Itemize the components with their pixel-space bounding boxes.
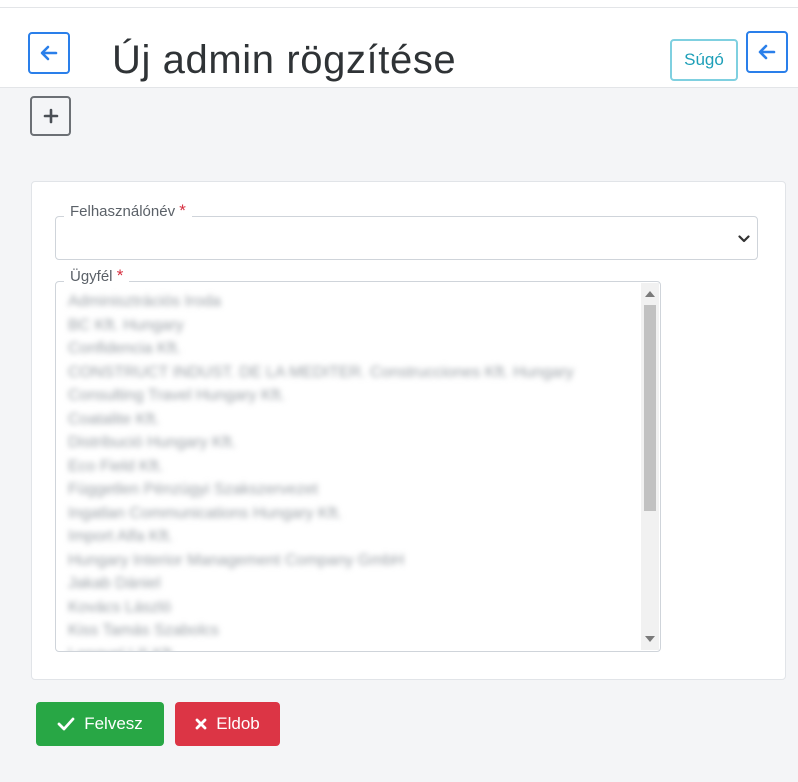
submit-button[interactable]: Felvesz <box>36 702 164 746</box>
cancel-button[interactable]: Eldob <box>175 702 280 746</box>
client-options: Adminisztrációs Iroda BC Kft. Hungary Conf… <box>68 290 638 652</box>
client-option[interactable]: Confidencia Kft. <box>68 337 638 361</box>
scroll-up-icon[interactable] <box>645 291 655 297</box>
back-button[interactable] <box>28 32 70 74</box>
client-option[interactable]: Független Pénzügyi Szakszervezet <box>68 478 638 502</box>
help-button[interactable]: Súgó <box>670 39 738 81</box>
client-option[interactable]: Hungary Interior Management Company GmbH <box>68 549 638 573</box>
client-option[interactable]: Eco Field Kft. <box>68 455 638 479</box>
scroll-thumb[interactable] <box>644 305 656 511</box>
arrow-left-icon <box>40 45 58 61</box>
username-label: Felhasználónév * <box>64 202 192 221</box>
client-option[interactable]: Adminisztrációs Iroda <box>68 290 638 314</box>
scroll-down-icon[interactable] <box>645 636 655 642</box>
client-option[interactable]: BC Kft. Hungary <box>68 314 638 338</box>
client-option[interactable]: Kovács László <box>68 596 638 620</box>
client-label: Ügyfél * <box>64 266 130 286</box>
client-option[interactable]: Consulting Travel Hungary Kft. <box>68 384 638 408</box>
chevron-down-icon <box>738 231 750 249</box>
client-option[interactable]: CONSTRUCT INDUST. DE LA MEDITER. Constru… <box>68 361 638 385</box>
add-button[interactable] <box>30 96 71 136</box>
submit-label: Felvesz <box>84 714 143 733</box>
x-icon <box>195 718 207 730</box>
client-option[interactable]: Coatalite Kft. <box>68 408 638 432</box>
client-option[interactable]: Import Alfa Kft. <box>68 525 638 549</box>
cancel-label: Eldob <box>216 714 260 733</box>
username-select[interactable] <box>55 216 758 260</box>
client-option[interactable]: Jakab Dániel <box>68 572 638 596</box>
page-header: Új admin rögzítése Súgó <box>0 8 798 88</box>
plus-icon <box>43 108 58 124</box>
client-option[interactable]: Ingatlan Communications Hungary Kft. <box>68 502 638 526</box>
check-icon <box>57 717 75 731</box>
required-mark: * <box>179 201 186 220</box>
client-scrollbar[interactable] <box>641 283 659 650</box>
client-option[interactable]: Distribució Hungary Kft. <box>68 431 638 455</box>
arrow-left-icon <box>758 44 776 60</box>
username-label-text: Felhasználónév <box>70 203 176 220</box>
top-bar <box>0 0 798 8</box>
client-option[interactable]: Kiss Tamás Szabolcs <box>68 619 638 643</box>
client-listbox[interactable]: Adminisztrációs Iroda BC Kft. Hungary Conf… <box>55 281 661 652</box>
required-mark: * <box>116 266 124 285</box>
client-option[interactable]: Lengyel Lili Kft. <box>68 643 638 652</box>
page-title: Új admin rögzítése <box>112 38 457 82</box>
client-label-text: Ügyfél <box>70 268 113 285</box>
back-button-right[interactable] <box>746 31 788 73</box>
